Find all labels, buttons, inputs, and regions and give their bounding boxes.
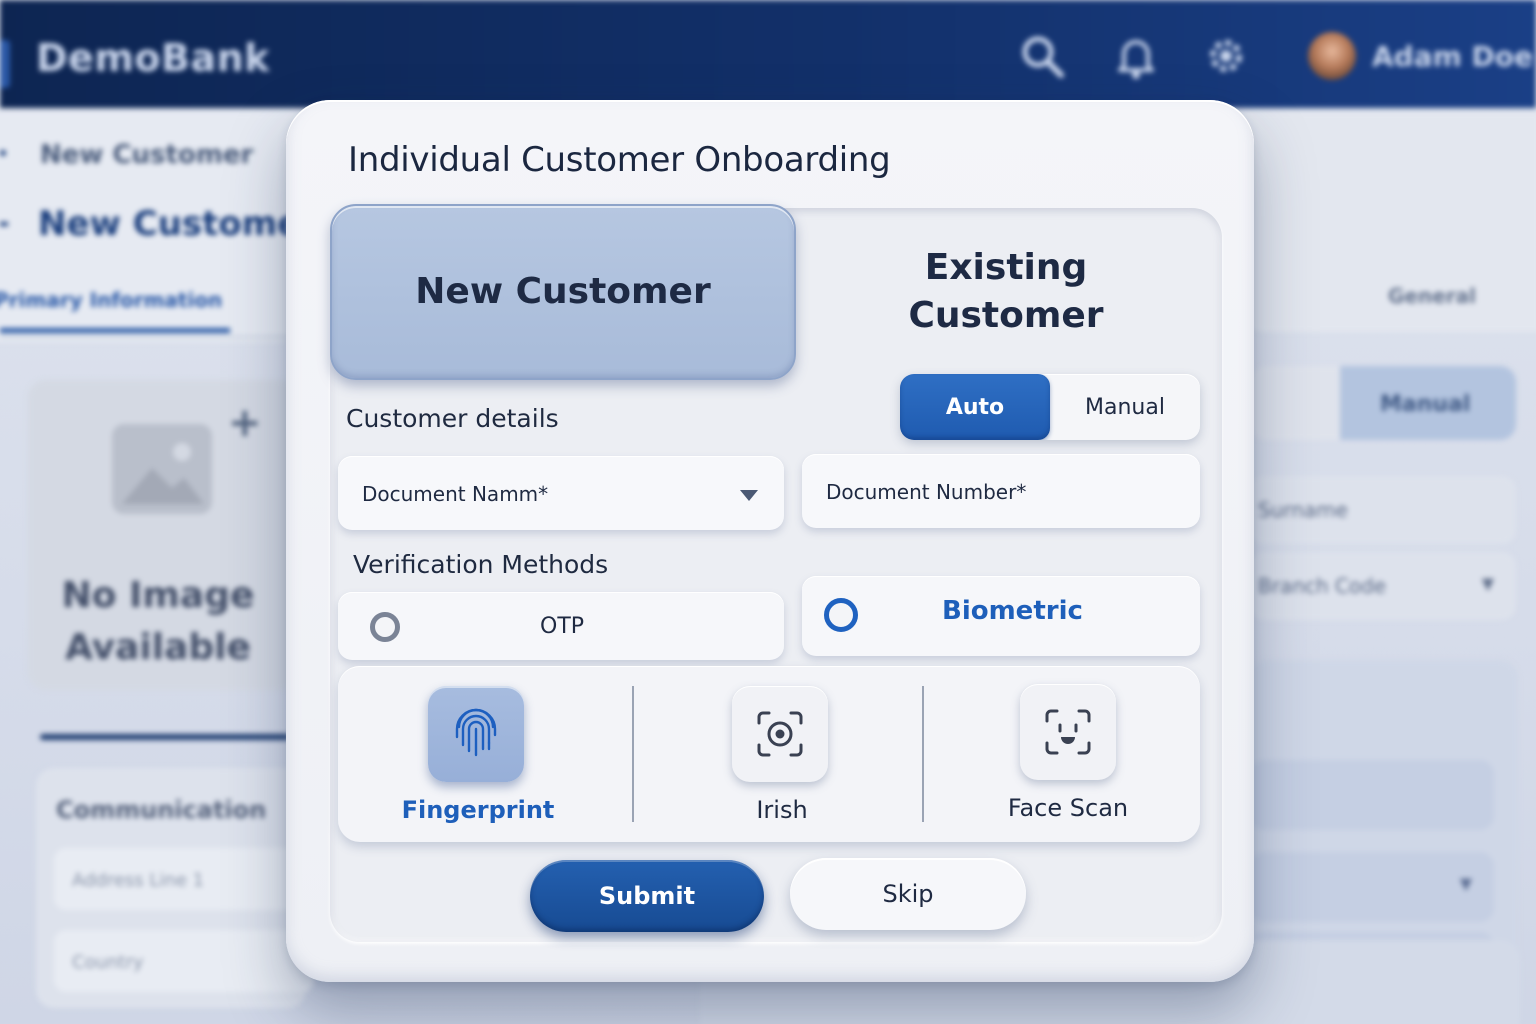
add-image-icon[interactable]: + [228,400,262,446]
face-scan-icon [1045,709,1091,755]
document-name-label: Document Namm* [362,482,549,506]
brand-logo-text: DemoBank [36,36,270,80]
breadcrumb[interactable]: New Customer [40,140,253,170]
otp-option[interactable]: OTP [338,592,784,660]
biometric-methods-card: Fingerprint Irish Face Scan [338,666,1200,842]
branch-code-label: Branch Code [1258,574,1387,598]
country-field[interactable]: Country [54,930,314,992]
biometric-label: Biometric [942,596,1083,626]
background-field-a[interactable] [1250,760,1494,830]
brand-edge [0,40,10,88]
iris-scan-icon [757,711,803,757]
user-name[interactable]: Adam Doe [1372,40,1533,73]
tab-general[interactable]: General [1388,284,1476,308]
active-tab-indicator [0,328,230,333]
chevron-down-icon: ▼ [1481,574,1494,593]
profile-image-card[interactable]: + No Image Available [28,380,298,690]
background-select-b[interactable]: ▼ [1250,852,1494,922]
face-scan-label: Face Scan [1007,794,1129,822]
customer-details-label: Customer details [346,404,559,433]
iris-label: Irish [756,796,808,824]
manual-option[interactable]: Manual [1050,374,1200,440]
biometric-radio[interactable] [824,598,858,632]
branch-code-field[interactable]: Branch Code ▼ [1250,552,1516,620]
image-placeholder-icon [112,424,212,514]
new-customer-button[interactable]: New Customer [330,204,796,380]
method-divider [922,686,924,822]
face-scan-button[interactable] [1020,684,1116,780]
document-name-select[interactable]: Document Namm* [338,456,784,530]
tab-primary-information[interactable]: Primary Information [0,288,222,312]
user-avatar[interactable] [1308,32,1356,80]
surname-field[interactable]: Surname [1250,476,1516,544]
section-divider [40,734,290,740]
background-mode-toggle[interactable]: Manual [1250,366,1516,440]
onboarding-modal: Individual Customer Onboarding New Custo… [286,100,1254,982]
otp-label: OTP [540,614,585,639]
no-image-text: No Image Available [61,575,255,668]
search-icon[interactable] [1016,30,1068,82]
document-number-field[interactable]: Document Number* [802,454,1200,528]
modal-title: Individual Customer Onboarding [348,140,891,180]
verification-methods-label: Verification Methods [353,550,609,579]
page-title: New Customer [38,204,318,244]
top-navigation-bar: DemoBank Adam Doe [0,0,1536,108]
toggle-manual-label: Manual [1380,392,1471,417]
submit-button[interactable]: Submit [530,860,764,932]
document-number-label: Document Number* [826,480,1027,504]
auto-option[interactable]: Auto [900,374,1050,440]
skip-button[interactable]: Skip [790,858,1026,930]
address-line-field[interactable]: Address Line 1 [54,848,314,910]
biometric-option[interactable]: Biometric [802,576,1200,656]
fingerprint-icon [455,708,497,757]
otp-radio[interactable] [370,612,400,642]
chevron-down-icon [740,490,758,501]
gear-icon[interactable] [1200,30,1252,82]
iris-button[interactable] [732,686,828,782]
fingerprint-button[interactable] [428,686,524,782]
bell-icon[interactable] [1110,30,1162,82]
communication-title: Communication [56,796,267,824]
method-divider [632,686,634,822]
tab-divider [0,336,300,338]
title-bullet [0,222,8,226]
communication-card: Communication Address Line 1 Country [36,768,314,1008]
chevron-down-icon: ▼ [1459,874,1472,893]
crumb-bullet [0,150,6,156]
fingerprint-label: Fingerprint [401,796,555,824]
existing-customer-button[interactable]: Existing Customer [806,204,1206,380]
auto-manual-toggle[interactable]: Auto Manual [900,374,1200,440]
